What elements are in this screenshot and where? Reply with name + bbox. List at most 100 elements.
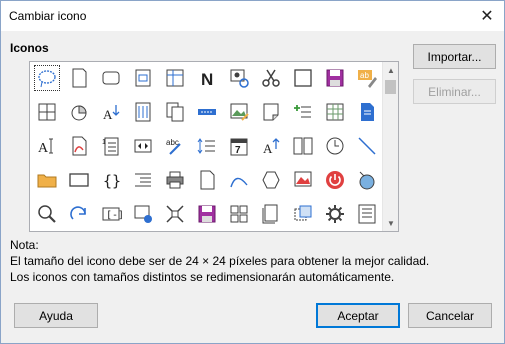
close-icon[interactable]: ✕ <box>470 1 504 31</box>
table-frame-icon[interactable] <box>162 65 188 91</box>
edit-text-icon[interactable]: ab <box>354 65 380 91</box>
hexagon-icon[interactable] <box>258 167 284 193</box>
help-button[interactable]: Ayuda <box>14 303 98 328</box>
field-bracket-icon-glyph: [-] <box>102 207 122 221</box>
printer-icon-glyph <box>166 171 184 189</box>
clock-icon[interactable] <box>322 133 348 159</box>
page-copy-icon-glyph <box>262 204 278 224</box>
pie-slice-icon[interactable] <box>66 99 92 125</box>
page-icon-glyph <box>72 68 87 88</box>
add-list-icon-glyph <box>294 105 311 118</box>
rectangle-icon[interactable] <box>66 167 92 193</box>
page-copy-icon[interactable] <box>258 201 284 227</box>
pdf-icon[interactable] <box>66 133 92 159</box>
image-edit-icon[interactable] <box>226 99 252 125</box>
square-icon-glyph <box>294 69 312 87</box>
note-icon[interactable] <box>258 99 284 125</box>
blank-page-icon-glyph <box>200 170 215 190</box>
spellcheck-icon[interactable]: abc <box>162 133 188 159</box>
note-line-1: El tamaño del icono debe ser de 24 × 24 … <box>10 254 430 268</box>
image-gear-icon[interactable] <box>130 201 156 227</box>
table-list-icon-glyph <box>358 204 376 224</box>
blue-bar-icon-glyph <box>198 109 216 115</box>
font-up-icon-glyph: A <box>263 138 280 156</box>
edit-text-icon-glyph: ab <box>358 70 377 88</box>
grid-cross-icon[interactable] <box>34 99 60 125</box>
diagonal-line-icon[interactable] <box>354 133 380 159</box>
square-icon[interactable] <box>290 65 316 91</box>
rounded-rect-icon[interactable] <box>98 65 124 91</box>
field-bracket-icon[interactable]: [-] <box>98 201 124 227</box>
grid-cross-icon-glyph <box>38 103 56 121</box>
font-down-icon-glyph: A <box>103 105 120 122</box>
power-icon[interactable] <box>322 167 348 193</box>
layout-grid-icon[interactable] <box>226 201 252 227</box>
save-purple-icon[interactable] <box>322 65 348 91</box>
page-icon[interactable] <box>66 65 92 91</box>
page-columns-icon[interactable] <box>130 99 156 125</box>
text-cursor-icon-glyph: A <box>38 138 53 156</box>
image-frame-icon-glyph <box>294 171 312 187</box>
lasso-icon[interactable] <box>34 65 60 91</box>
spellcheck-icon-glyph: abc <box>166 138 181 155</box>
icon-grid-cells: Nab A A 1 abc 7 A {} [-] <box>32 65 382 229</box>
printer-icon[interactable] <box>162 167 188 193</box>
note-line-2: Los iconos con tamaños distintos se redi… <box>10 270 395 284</box>
power-icon-glyph <box>326 171 344 189</box>
arrows-lr-icon[interactable] <box>130 133 156 159</box>
svg-text:A: A <box>263 141 273 156</box>
accept-button[interactable]: Aceptar <box>316 303 400 328</box>
two-pages-icon[interactable] <box>290 133 316 159</box>
redo-arrow-icon[interactable] <box>66 201 92 227</box>
circle-tool-icon[interactable] <box>354 167 380 193</box>
hexagon-icon-glyph <box>262 171 280 189</box>
blue-doc-icon[interactable] <box>354 99 380 125</box>
vertical-scrollbar[interactable]: ▲ ▼ <box>382 62 398 231</box>
scissors-icon[interactable] <box>258 65 284 91</box>
cancel-button[interactable]: Cancelar <box>408 303 492 328</box>
image-frame-icon[interactable] <box>290 167 316 193</box>
scroll-thumb[interactable] <box>385 80 396 94</box>
calendar-7-icon[interactable]: 7 <box>226 133 252 159</box>
add-list-icon[interactable] <box>290 99 316 125</box>
text-cursor-icon[interactable]: A <box>34 133 60 159</box>
image-edit-icon-glyph <box>230 103 249 121</box>
save-purple-icon-glyph <box>198 205 216 223</box>
numbered-page-icon-glyph: 1 <box>102 137 119 156</box>
gear-icon[interactable] <box>322 201 348 227</box>
spreadsheet-icon[interactable] <box>322 99 348 125</box>
form-page-icon[interactable] <box>130 65 156 91</box>
curve-icon[interactable] <box>226 167 252 193</box>
icons-section-label: Iconos <box>10 41 49 55</box>
scroll-down-icon[interactable]: ▼ <box>383 215 399 231</box>
cut-corners-icon-glyph <box>166 205 184 223</box>
folder-icon[interactable] <box>34 167 60 193</box>
folder-icon-glyph <box>37 174 57 188</box>
font-up-icon[interactable]: A <box>258 133 284 159</box>
list-indent-icon[interactable] <box>130 167 156 193</box>
import-button[interactable]: Importar... <box>413 44 496 69</box>
dialog-window: Cambiar icono ✕ Iconos Nab A A 1 abc 7 A {} [-] … <box>0 0 505 344</box>
blue-bar-icon[interactable] <box>194 99 220 125</box>
image-gear-icon-glyph <box>134 205 152 223</box>
cut-corners-icon[interactable] <box>162 201 188 227</box>
numbered-page-icon[interactable]: 1 <box>98 133 124 159</box>
svg-text:{}: {} <box>103 172 121 190</box>
save-purple-icon[interactable] <box>194 201 220 227</box>
delete-button[interactable]: Eliminar... <box>413 79 496 104</box>
line-spacing-icon[interactable] <box>194 133 220 159</box>
list-indent-icon-glyph <box>135 173 151 187</box>
font-down-icon[interactable]: A <box>98 99 124 125</box>
curve-icon-glyph <box>230 177 248 188</box>
duplicate-icon[interactable] <box>290 201 316 227</box>
bold-n-icon[interactable]: N <box>194 65 220 91</box>
zoom-icon[interactable] <box>34 201 60 227</box>
braces-icon[interactable]: {} <box>98 167 124 193</box>
table-list-icon[interactable] <box>354 201 380 227</box>
svg-text:[-]: [-] <box>106 210 122 221</box>
lasso-icon-glyph <box>38 70 56 88</box>
scroll-up-icon[interactable]: ▲ <box>383 62 399 78</box>
image-settings-icon[interactable] <box>226 65 252 91</box>
copy-page-icon[interactable] <box>162 99 188 125</box>
blank-page-icon[interactable] <box>194 167 220 193</box>
